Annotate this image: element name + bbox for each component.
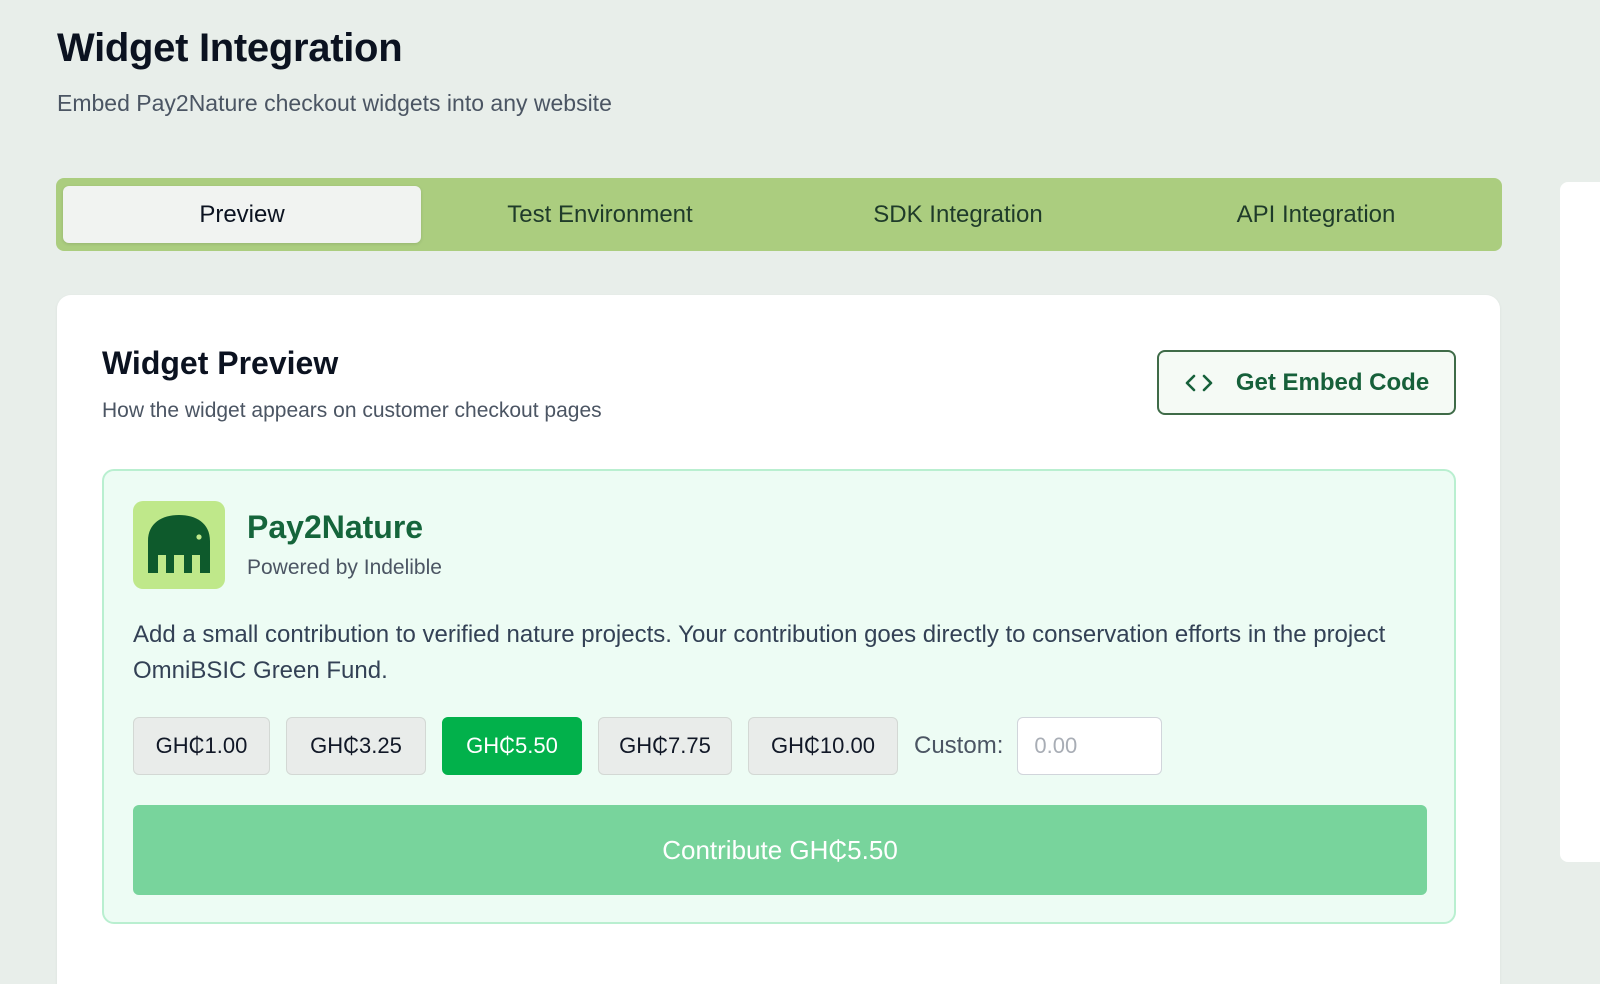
- custom-amount-label: Custom:: [914, 732, 1004, 759]
- widget-description: Add a small contribution to verified nat…: [133, 621, 1386, 684]
- tab-sdk-integration[interactable]: SDK Integration: [779, 186, 1137, 243]
- amount-option-selected[interactable]: GH₵5.50: [442, 717, 582, 775]
- amount-option[interactable]: GH₵7.75: [598, 717, 732, 775]
- side-panel-edge: [1560, 182, 1600, 862]
- code-icon: [1184, 371, 1214, 395]
- tab-preview[interactable]: Preview: [63, 186, 421, 243]
- widget-integration-page: Widget Integration Embed Pay2Nature chec…: [0, 0, 1600, 984]
- widget-preview-card: Widget Preview How the widget appears on…: [57, 295, 1500, 984]
- get-embed-code-label: Get Embed Code: [1235, 368, 1430, 396]
- elephant-icon: [144, 511, 214, 580]
- brand-name: Pay2Nature: [247, 509, 424, 545]
- contribute-button[interactable]: Contribute GH₵5.50: [133, 805, 1427, 895]
- card-title: Widget Preview: [102, 345, 339, 381]
- amount-option[interactable]: GH₵1.00: [133, 717, 270, 775]
- page-title: Widget Integration: [57, 26, 403, 70]
- tab-test-environment[interactable]: Test Environment: [421, 186, 779, 243]
- amount-option[interactable]: GH₵3.25: [286, 717, 426, 775]
- get-embed-code-button[interactable]: Get Embed Code: [1157, 350, 1456, 415]
- page-subtitle: Embed Pay2Nature checkout widgets into a…: [57, 90, 612, 116]
- brand-powered-by: Powered by Indelible: [247, 556, 442, 579]
- amount-options: GH₵1.00 GH₵3.25 GH₵5.50 GH₵7.75 GH₵10.00…: [133, 717, 1163, 775]
- card-description: How the widget appears on customer check…: [102, 399, 602, 422]
- tab-api-integration[interactable]: API Integration: [1137, 186, 1495, 243]
- amount-option[interactable]: GH₵10.00: [748, 717, 898, 775]
- checkout-widget: Pay2Nature Powered by Indelible Add a sm…: [102, 469, 1456, 924]
- brand-logo: [133, 501, 225, 589]
- tab-bar: Preview Test Environment SDK Integration…: [56, 178, 1502, 251]
- custom-amount-input[interactable]: [1017, 717, 1163, 775]
